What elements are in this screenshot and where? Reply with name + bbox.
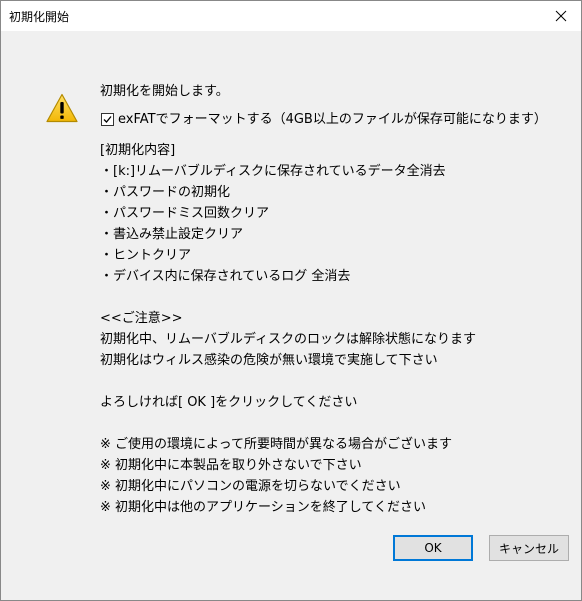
contents-header: [初期化内容] <box>100 143 176 158</box>
intro-text: 初期化を開始します。 <box>100 84 229 99</box>
contents-item: ・デバイス内に保存されているログ 全消去 <box>100 269 351 284</box>
confirm-text: よろしければ[ OK ]をクリックしてください <box>100 395 358 410</box>
exfat-checkbox-label: exFATでフォーマットする（4GB以上のファイルが保存可能になります） <box>118 112 547 127</box>
caution-header: <<ご注意>> <box>100 311 183 326</box>
exfat-option[interactable]: exFATでフォーマットする（4GB以上のファイルが保存可能になります） <box>101 109 570 130</box>
close-button[interactable] <box>541 1 581 31</box>
contents-item: ・パスワードの初期化 <box>100 185 231 200</box>
contents-item: ・[k:]リムーバブルディスクに保存されているデータ全消去 <box>100 164 446 179</box>
checkmark-icon <box>103 116 112 123</box>
title-bar: 初期化開始 <box>1 1 581 31</box>
dialog-body: 初期化を開始します。 exFATでフォーマットする（4GB以上のファイルが保存可… <box>1 31 581 600</box>
note-item: ※ 初期化中は他のアプリケーションを終了してください <box>100 500 426 515</box>
contents-item: ・書込み禁止設定クリア <box>100 227 244 242</box>
exfat-checkbox[interactable] <box>101 113 114 126</box>
contents-item: ・ヒントクリア <box>100 248 192 263</box>
note-item: ※ ご使用の環境によって所要時間が異なる場合がございます <box>100 437 452 452</box>
close-icon <box>555 10 567 22</box>
contents-item: ・パスワードミス回数クリア <box>100 206 270 221</box>
dialog-title: 初期化開始 <box>9 10 70 24</box>
note-item: ※ 初期化中に本製品を取り外さないで下さい <box>100 458 362 473</box>
warning-icon <box>46 93 78 123</box>
caution-item: 初期化はウィルス感染の危険が無い環境で実施して下さい <box>100 353 438 368</box>
note-item: ※ 初期化中にパソコンの電源を切らないでください <box>100 479 401 494</box>
dialog-window: 初期化開始 初期化を開始します。 exFATでフォーマットする（4GB以上のファ… <box>0 0 582 601</box>
caution-item: 初期化中、リムーバブルディスクのロックは解除状態になります <box>100 332 476 347</box>
cancel-button[interactable]: キャンセル <box>489 535 569 561</box>
message-area: 初期化を開始します。 exFATでフォーマットする（4GB以上のファイルが保存可… <box>100 81 570 518</box>
ok-button[interactable]: OK <box>393 535 473 561</box>
